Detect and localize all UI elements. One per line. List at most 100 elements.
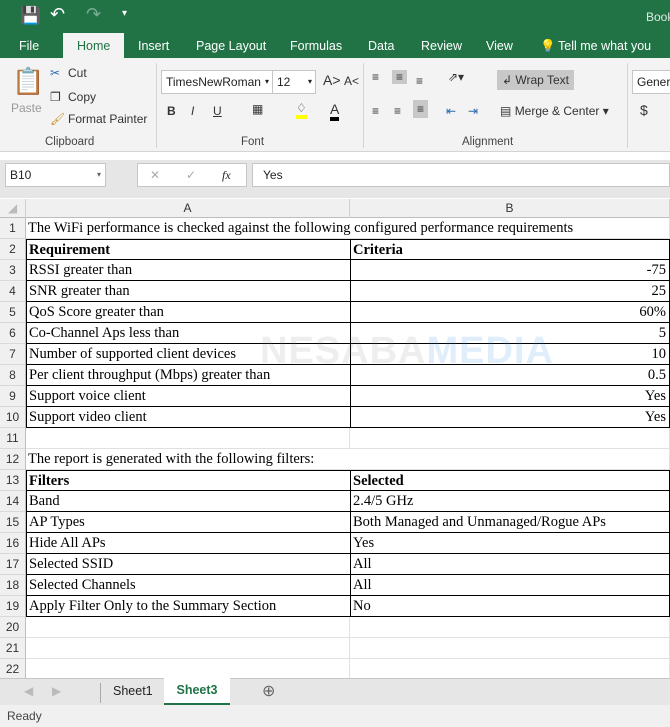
column-header-b[interactable]: B <box>350 199 670 218</box>
enter-icon[interactable]: ✓ <box>186 164 196 186</box>
number-format-select[interactable]: General <box>632 70 670 94</box>
cell-b4[interactable]: 25 <box>350 281 670 302</box>
cell-b12[interactable] <box>350 449 670 470</box>
cell-a3[interactable]: RSSI greater than <box>26 260 350 281</box>
tab-page-layout[interactable]: Page Layout <box>196 33 266 58</box>
select-all-button[interactable]: ◢ <box>0 199 26 218</box>
bottom-align-icon[interactable]: ≡ <box>416 74 423 88</box>
row-header[interactable]: 10 <box>0 407 26 428</box>
cell-a11[interactable] <box>26 428 350 449</box>
row-header[interactable]: 11 <box>0 428 26 449</box>
cell-a20[interactable] <box>26 617 350 638</box>
tab-insert[interactable]: Insert <box>138 33 169 58</box>
wrap-text-button[interactable]: ↲ Wrap Text <box>497 70 574 90</box>
cell-a16[interactable]: Hide All APs <box>26 533 350 554</box>
cell-b16[interactable]: Yes <box>350 533 670 554</box>
font-color-button[interactable]: A <box>330 101 340 121</box>
cell-a21[interactable] <box>26 638 350 659</box>
cell-b17[interactable]: All <box>350 554 670 575</box>
add-sheet-icon[interactable]: ⊕ <box>262 681 275 701</box>
copy-button[interactable]: Copy <box>68 90 96 104</box>
formula-input[interactable]: Yes <box>252 163 670 187</box>
tab-file[interactable]: File <box>19 33 39 58</box>
cell-b10[interactable]: Yes <box>350 407 670 428</box>
row-header[interactable]: 21 <box>0 638 26 659</box>
increase-indent-icon[interactable]: ⇥ <box>468 104 478 118</box>
fill-color-icon[interactable]: ♢ <box>296 101 307 119</box>
cell-b14[interactable]: 2.4/5 GHz <box>350 491 670 512</box>
tab-review[interactable]: Review <box>421 33 462 58</box>
align-left-icon[interactable]: ≡ <box>372 104 379 118</box>
font-name-select[interactable]: TimesNewRoman ▾ <box>161 70 273 94</box>
sheet-tab-sheet3[interactable]: Sheet3 <box>164 678 230 705</box>
cell-b1[interactable] <box>350 218 670 239</box>
paste-button[interactable]: Paste <box>11 101 42 115</box>
paste-icon[interactable]: 📋 <box>12 66 44 97</box>
cell-b22[interactable] <box>350 659 670 678</box>
tab-home[interactable]: Home <box>63 33 125 58</box>
cell-a22[interactable] <box>26 659 350 678</box>
cell-b11[interactable] <box>350 428 670 449</box>
scroll-right-icon[interactable]: ▶ <box>52 684 61 698</box>
row-header[interactable]: 16 <box>0 533 26 554</box>
align-center-icon[interactable]: ≡ <box>394 104 401 118</box>
orientation-icon[interactable]: ⇗▾ <box>448 70 464 84</box>
font-size-select[interactable]: 12 ▾ <box>272 70 316 94</box>
cell-b5[interactable]: 60% <box>350 302 670 323</box>
row-header[interactable]: 18 <box>0 575 26 596</box>
underline-button[interactable]: U <box>213 104 222 118</box>
sheet-tab-sheet1[interactable]: Sheet1 <box>113 684 153 698</box>
row-header[interactable]: 6 <box>0 323 26 344</box>
cell-b19[interactable]: No <box>350 596 670 617</box>
row-header[interactable]: 8 <box>0 365 26 386</box>
row-header[interactable]: 15 <box>0 512 26 533</box>
name-box[interactable]: B10 ▾ <box>5 163 106 187</box>
cell-a12[interactable]: The report is generated with the followi… <box>26 449 350 470</box>
row-header[interactable]: 22 <box>0 659 26 678</box>
cell-a1[interactable]: The WiFi performance is checked against … <box>26 218 573 239</box>
undo-icon[interactable]: ↶ <box>50 4 65 25</box>
cell-a13[interactable]: Filters <box>26 470 350 491</box>
format-painter-button[interactable]: Format Painter <box>68 112 147 126</box>
save-icon[interactable]: 💾 <box>20 6 41 26</box>
row-header[interactable]: 2 <box>0 239 26 260</box>
cell-a19[interactable]: Apply Filter Only to the Summary Section <box>26 596 350 617</box>
row-header[interactable]: 17 <box>0 554 26 575</box>
italic-button[interactable]: I <box>191 104 194 118</box>
row-header[interactable]: 3 <box>0 260 26 281</box>
row-header[interactable]: 1 <box>0 218 26 239</box>
decrease-indent-icon[interactable]: ⇤ <box>446 104 456 118</box>
insert-function-icon[interactable]: fx <box>222 164 231 186</box>
cut-button[interactable]: Cut <box>68 66 87 80</box>
tell-me-input[interactable]: Tell me what you want <box>558 33 670 80</box>
row-header[interactable]: 7 <box>0 344 26 365</box>
cell-a18[interactable]: Selected Channels <box>26 575 350 596</box>
cell-b18[interactable]: All <box>350 575 670 596</box>
tab-view[interactable]: View <box>486 33 513 58</box>
customize-icon[interactable]: ▾ <box>122 8 127 19</box>
cell-a10[interactable]: Support video client <box>26 407 350 428</box>
row-header[interactable]: 5 <box>0 302 26 323</box>
middle-align-icon[interactable]: ≡ <box>392 70 408 84</box>
align-right-icon[interactable]: ≡ <box>413 100 429 118</box>
column-header-a[interactable]: A <box>26 199 350 218</box>
cell-b13[interactable]: Selected <box>350 470 670 491</box>
cell-a15[interactable]: AP Types <box>26 512 350 533</box>
cell-a9[interactable]: Support voice client <box>26 386 350 407</box>
cell-b21[interactable] <box>350 638 670 659</box>
cell-a2[interactable]: Requirement <box>26 239 350 260</box>
cell-b20[interactable] <box>350 617 670 638</box>
cell-a5[interactable]: QoS Score greater than <box>26 302 350 323</box>
cancel-icon[interactable]: ✕ <box>150 164 160 186</box>
borders-icon[interactable]: ▦ <box>252 102 263 116</box>
top-align-icon[interactable]: ≡ <box>372 70 379 84</box>
row-header[interactable]: 13 <box>0 470 26 491</box>
row-header[interactable]: 20 <box>0 617 26 638</box>
redo-icon[interactable]: ↷ <box>86 4 101 25</box>
cell-b9[interactable]: Yes <box>350 386 670 407</box>
tab-formulas[interactable]: Formulas <box>290 33 342 58</box>
row-header[interactable]: 19 <box>0 596 26 617</box>
cell-a4[interactable]: SNR greater than <box>26 281 350 302</box>
merge-center-button[interactable]: ▤ Merge & Center ▾ <box>500 104 609 118</box>
currency-button[interactable]: $ <box>640 102 648 118</box>
